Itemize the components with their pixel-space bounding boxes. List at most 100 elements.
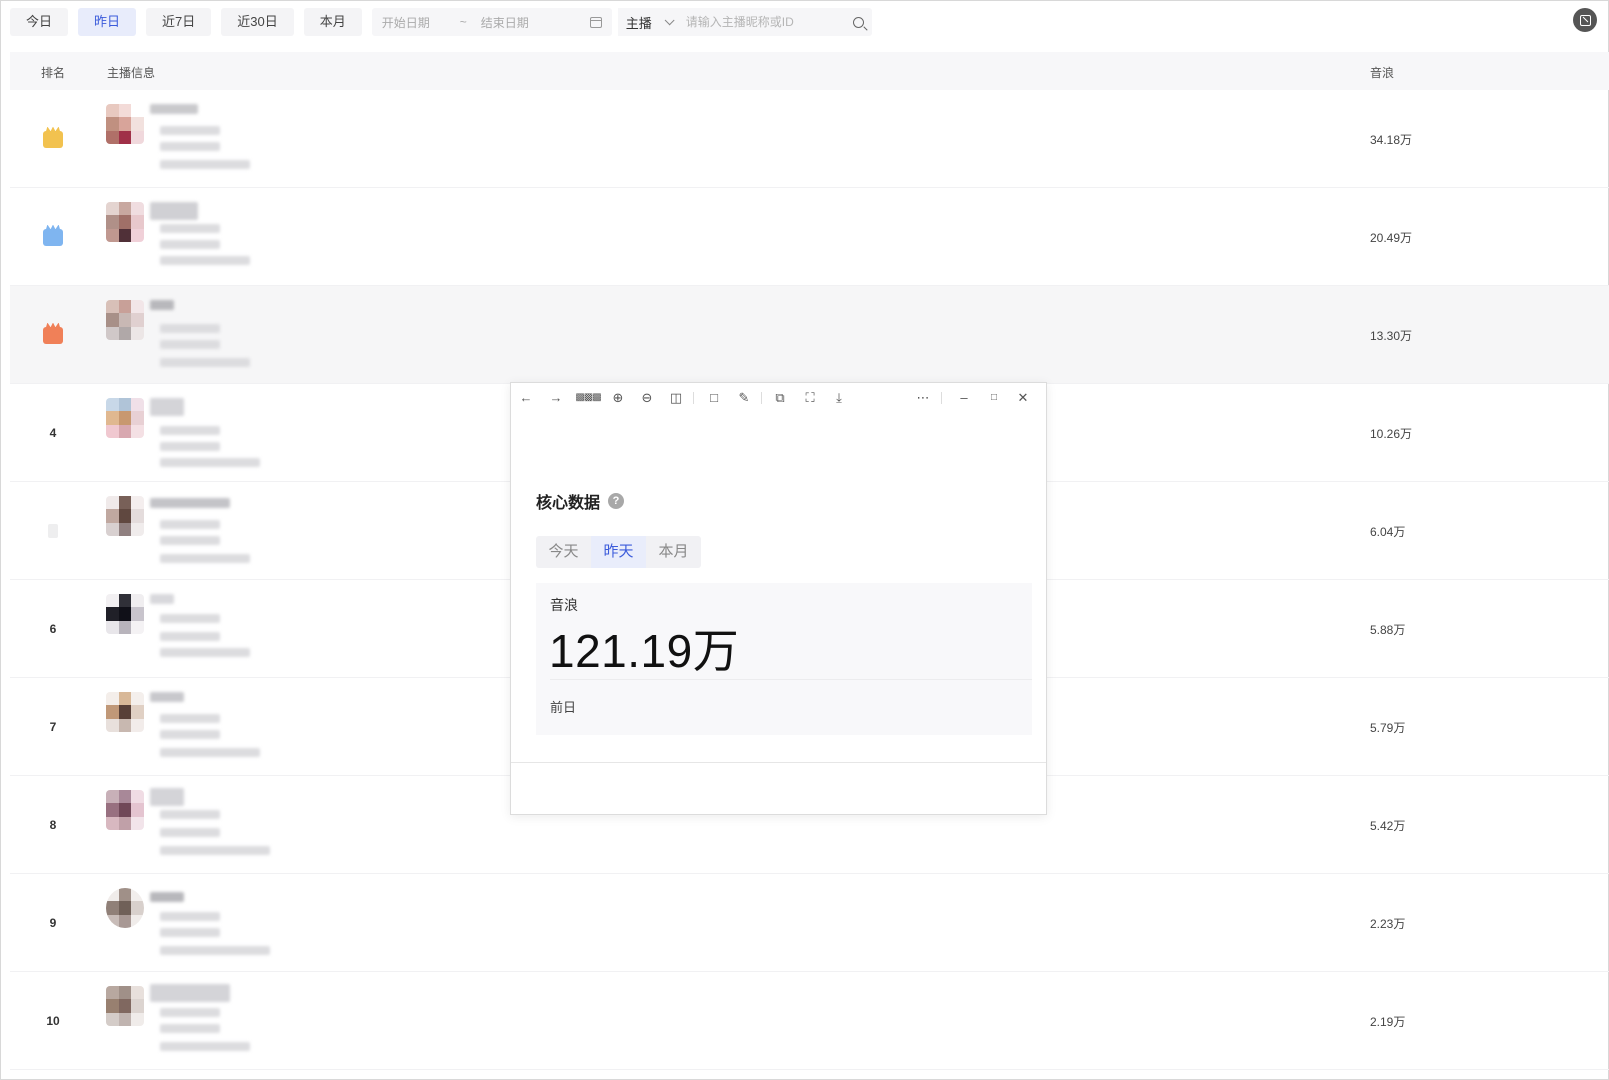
grid-icon[interactable]: ▩▩▩ <box>575 391 601 405</box>
header-value[interactable]: 音浪 <box>1370 64 1394 81</box>
range-30d-button[interactable]: 近30日 <box>221 8 294 36</box>
anchor-name-redacted <box>150 984 230 1002</box>
viewer-footer-divider <box>511 762 1046 763</box>
zoom-out-icon[interactable]: ⊖ <box>640 391 654 405</box>
range-month-button[interactable]: 本月 <box>303 8 362 36</box>
fullscreen-button[interactable] <box>1573 8 1597 32</box>
avatar[interactable] <box>106 300 144 340</box>
table-row[interactable]: 9 2.23万 <box>10 874 1609 972</box>
value-cell: 10.26万 <box>1370 426 1413 441</box>
close-icon[interactable]: ✕ <box>1016 391 1030 405</box>
rank-cell: 10 <box>46 1014 60 1028</box>
fit-icon[interactable]: ◫ <box>669 391 683 405</box>
table-row[interactable]: 13.30万 <box>10 286 1609 384</box>
filter-bar: 今日 昨日 近7日 近30日 本月 开始日期 ~ 结束日期 主播 <box>10 8 872 36</box>
more-icon[interactable]: ⋯ <box>914 391 932 405</box>
anchor-meta-redacted <box>160 928 220 937</box>
tab-month[interactable]: 本月 <box>646 536 701 568</box>
copy-icon[interactable]: ⧉ <box>773 391 787 405</box>
anchor-id-redacted <box>160 1008 220 1017</box>
anchor-meta-redacted <box>160 142 220 151</box>
avatar[interactable] <box>106 398 144 438</box>
anchor-meta-redacted <box>160 946 270 955</box>
tab-today[interactable]: 今天 <box>536 536 591 568</box>
download-icon[interactable]: ⤓ <box>832 391 846 405</box>
value-cell: 5.42万 <box>1370 818 1406 833</box>
rotate-icon[interactable]: □ <box>707 391 721 405</box>
anchor-id-redacted <box>160 714 220 723</box>
edit-icon[interactable]: ✎ <box>737 391 751 405</box>
range-today-button[interactable]: 今日 <box>10 8 69 36</box>
anchor-name-redacted <box>150 104 198 114</box>
search-type-select[interactable]: 主播 <box>617 8 678 36</box>
help-icon[interactable]: ? <box>608 493 625 509</box>
calendar-icon[interactable] <box>589 16 602 28</box>
anchor-name-redacted <box>150 788 184 806</box>
metric-label: 音浪 <box>550 597 578 613</box>
table-row[interactable]: 34.18万 <box>10 90 1609 188</box>
avatar[interactable] <box>106 496 144 536</box>
anchor-meta-redacted <box>160 632 220 641</box>
anchor-name-redacted <box>150 202 198 220</box>
anchor-id-redacted <box>160 324 220 333</box>
anchor-meta-redacted <box>160 846 270 855</box>
rank-cell <box>10 482 96 580</box>
range-7d-button[interactable]: 近7日 <box>146 8 212 36</box>
viewer-toolbar: ← → ▩▩▩ ⊕ ⊖ ◫ □ ✎ ⧉ ⛶ ⤓ ⋯ – □ ✕ <box>511 383 1046 413</box>
value-cell: 5.88万 <box>1370 622 1406 637</box>
anchor-meta-redacted <box>160 730 220 739</box>
toolbar-divider <box>761 392 762 404</box>
anchor-meta-redacted <box>160 1042 250 1051</box>
avatar[interactable] <box>106 692 144 732</box>
tab-yesterday[interactable]: 昨天 <box>591 536 646 568</box>
rank-cell: 4 <box>49 426 57 440</box>
anchor-id-redacted <box>160 614 220 623</box>
avatar[interactable] <box>106 104 144 144</box>
forward-icon[interactable]: → <box>549 391 563 405</box>
value-cell: 2.19万 <box>1370 1014 1406 1029</box>
anchor-meta-redacted <box>160 358 250 367</box>
crown-gold-icon <box>43 130 63 148</box>
anchor-meta-redacted <box>160 1024 220 1033</box>
crown-silver-icon <box>43 228 63 246</box>
end-date-field[interactable]: 结束日期 <box>481 14 529 31</box>
range-yesterday-button[interactable]: 昨日 <box>78 8 137 36</box>
value-cell: 6.04万 <box>1370 524 1406 539</box>
anchor-name-redacted <box>150 892 184 902</box>
anchor-meta-redacted <box>160 240 220 249</box>
card-title-text: 核心数据 <box>536 495 601 512</box>
anchor-meta-redacted <box>160 442 220 451</box>
compare-label: 前日 <box>550 700 577 715</box>
toolbar-divider <box>941 392 942 404</box>
avatar[interactable] <box>106 202 144 242</box>
avatar[interactable] <box>106 888 144 928</box>
date-range-picker[interactable]: 开始日期 ~ 结束日期 <box>371 8 612 36</box>
avatar[interactable] <box>106 790 144 830</box>
avatar[interactable] <box>106 594 144 634</box>
maximize-icon[interactable]: □ <box>987 391 1001 405</box>
anchor-name-redacted <box>150 692 184 702</box>
expand-icon <box>1579 14 1591 26</box>
back-icon[interactable]: ← <box>519 391 533 405</box>
chevron-down-icon <box>664 14 675 25</box>
anchor-meta-redacted <box>160 536 220 545</box>
search-input[interactable] <box>685 15 853 29</box>
table-header: 排名 主播信息 音浪 <box>10 52 1609 90</box>
table-row[interactable]: 20.49万 <box>10 188 1609 286</box>
anchor-name-redacted <box>150 498 230 508</box>
anchor-id-redacted <box>160 912 220 921</box>
anchor-name-redacted <box>150 594 174 604</box>
avatar[interactable] <box>106 986 144 1026</box>
crop-icon[interactable]: ⛶ <box>803 391 817 405</box>
anchor-meta-redacted <box>160 648 250 657</box>
card-title: 核心数据 ? <box>536 489 625 513</box>
search-icon[interactable] <box>852 16 864 28</box>
table-row[interactable]: 10 2.19万 <box>10 972 1609 1070</box>
rank-cell: 6 <box>49 622 57 636</box>
minimize-icon[interactable]: – <box>957 391 971 405</box>
start-date-field[interactable]: 开始日期 <box>382 14 430 31</box>
zoom-in-icon[interactable]: ⊕ <box>611 391 625 405</box>
metric-card: 音浪 121.19万 前日 <box>536 583 1032 735</box>
rank-cell <box>10 90 96 188</box>
anchor-id-redacted <box>160 126 220 135</box>
